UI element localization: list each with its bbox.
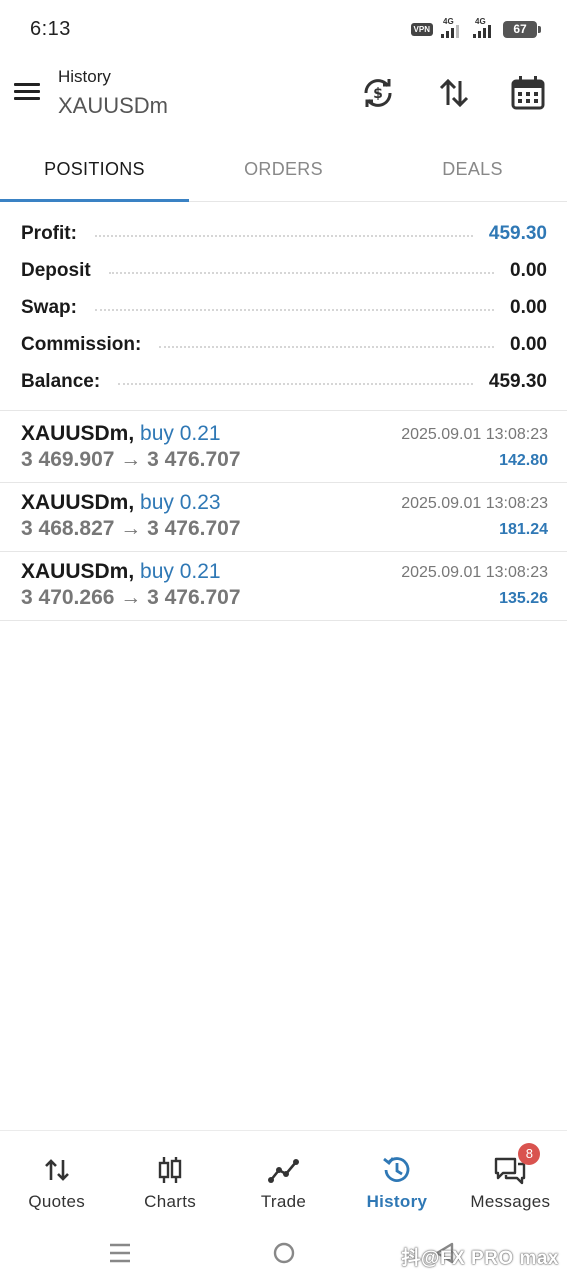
tab-positions[interactable]: POSITIONS <box>0 140 189 202</box>
tab-bar: POSITIONS ORDERS DEALS <box>0 140 567 202</box>
summary-row-profit: Profit: 459.30 <box>0 215 567 252</box>
nav-trade[interactable]: Trade <box>227 1131 340 1225</box>
deal-type: buy 0.21 <box>140 422 221 445</box>
dotted-leader <box>94 308 495 311</box>
system-navigation: 抖@FX PRO max <box>0 1225 567 1280</box>
history-clock-icon <box>380 1153 414 1187</box>
status-indicators: VPN 4G 4G 67 <box>410 17 541 38</box>
list-item[interactable]: XAUUSDm, buy 0.21 3 469.907 → 3 476.707 … <box>0 414 567 483</box>
candlestick-icon <box>153 1153 187 1187</box>
recent-apps-icon[interactable] <box>106 1239 134 1267</box>
dotted-leader <box>108 271 495 274</box>
deal-symbol: XAUUSDm, <box>21 491 135 514</box>
summary-panel: Profit: 459.30 Deposit 0.00 Swap: 0.00 C… <box>0 215 567 411</box>
page-title: History <box>58 67 111 86</box>
summary-row-balance: Balance: 459.30 <box>0 363 567 400</box>
nav-quotes[interactable]: Quotes <box>0 1131 113 1225</box>
bottom-navigation: Quotes Charts Trade History 8 Messages <box>0 1130 567 1225</box>
trade-line-icon <box>267 1153 301 1187</box>
status-time: 6:13 <box>30 18 71 40</box>
unread-badge: 8 <box>518 1143 541 1165</box>
summary-label: Swap: <box>21 296 77 318</box>
nav-label: Charts <box>144 1192 197 1211</box>
deal-time: 2025.09.01 13:08:23 <box>401 564 548 581</box>
signal-icon: 4G <box>471 17 497 38</box>
signal-icon: 4G <box>439 17 465 38</box>
deal-type: buy 0.23 <box>140 491 221 514</box>
deal-time: 2025.09.01 13:08:23 <box>401 495 548 512</box>
summary-row-commission: Commission: 0.00 <box>0 326 567 363</box>
nav-charts[interactable]: Charts <box>113 1131 226 1225</box>
summary-row-swap: Swap: 0.00 <box>0 289 567 326</box>
positions-list: XAUUSDm, buy 0.21 3 469.907 → 3 476.707 … <box>0 414 567 621</box>
deal-profit: 142.80 <box>499 452 548 469</box>
summary-value: 0.00 <box>510 259 547 281</box>
sort-icon[interactable] <box>434 73 474 113</box>
summary-label: Commission: <box>21 333 142 355</box>
deal-prices: 3 469.907 → 3 476.707 <box>21 448 241 471</box>
nav-label: Quotes <box>28 1192 86 1211</box>
summary-label: Profit: <box>21 222 77 244</box>
deal-symbol: XAUUSDm, <box>21 560 135 583</box>
deal-prices: 3 468.827 → 3 476.707 <box>21 517 241 540</box>
deal-symbol-line: XAUUSDm, buy 0.21 <box>21 560 221 584</box>
nav-label: Trade <box>260 1192 307 1211</box>
summary-value: 0.00 <box>510 296 547 318</box>
nav-history[interactable]: History <box>340 1131 453 1225</box>
status-bar: 6:13 VPN 4G 4G 67 <box>0 0 567 60</box>
deal-type: buy 0.21 <box>140 560 221 583</box>
nav-label: Messages <box>470 1192 551 1211</box>
svg-text:$: $ <box>373 86 383 102</box>
deal-time: 2025.09.01 13:08:23 <box>401 426 548 443</box>
summary-row-deposit: Deposit 0.00 <box>0 252 567 289</box>
deal-symbol-line: XAUUSDm, buy 0.23 <box>21 491 221 515</box>
tab-deals[interactable]: DEALS <box>378 140 567 201</box>
list-item[interactable]: XAUUSDm, buy 0.23 3 468.827 → 3 476.707 … <box>0 483 567 552</box>
dotted-leader <box>118 382 473 385</box>
deal-symbol: XAUUSDm, <box>21 422 135 445</box>
app-bar: History XAUUSDm $ <box>0 60 567 132</box>
symbol-selector[interactable]: XAUUSDm <box>58 93 168 119</box>
calendar-icon[interactable] <box>508 73 548 113</box>
dotted-leader <box>94 234 473 237</box>
summary-value: 0.00 <box>510 333 547 355</box>
tab-orders[interactable]: ORDERS <box>189 140 378 201</box>
nav-label: History <box>366 1192 428 1211</box>
menu-icon[interactable] <box>14 80 44 106</box>
quotes-arrows-icon <box>40 1153 74 1187</box>
watermark-text: 抖@FX PRO max <box>401 1248 559 1269</box>
dotted-leader <box>159 345 495 348</box>
summary-label: Balance: <box>21 370 101 392</box>
nav-messages[interactable]: 8 Messages <box>454 1131 567 1225</box>
summary-value: 459.30 <box>488 370 547 392</box>
battery-icon: 67 <box>503 20 541 38</box>
deal-profit: 181.24 <box>499 521 548 538</box>
summary-label: Deposit <box>21 259 91 281</box>
deal-symbol-line: XAUUSDm, buy 0.21 <box>21 422 221 446</box>
deal-prices: 3 470.266 → 3 476.707 <box>21 586 241 609</box>
home-icon[interactable] <box>270 1239 298 1267</box>
deal-profit: 135.26 <box>499 590 548 607</box>
summary-value: 459.30 <box>488 222 547 244</box>
currency-exchange-icon[interactable]: $ <box>358 73 398 113</box>
vpn-icon: VPN <box>410 22 433 36</box>
list-item[interactable]: XAUUSDm, buy 0.21 3 470.266 → 3 476.707 … <box>0 552 567 621</box>
